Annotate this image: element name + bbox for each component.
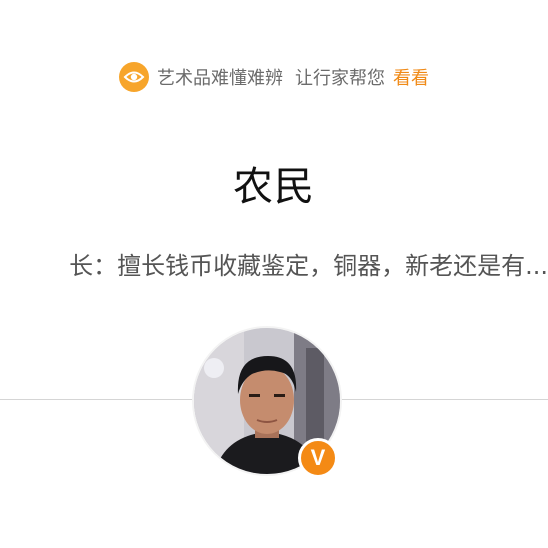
expert-bio: 长：擅长钱币收藏鉴定，铜器，新老还是有... xyxy=(0,246,548,282)
eye-icon xyxy=(119,62,149,92)
verified-badge: V xyxy=(298,438,338,478)
avatar-container[interactable]: V xyxy=(192,326,342,478)
banner-view-link[interactable]: 看看 xyxy=(393,64,429,90)
promo-banner[interactable]: 艺术品难懂难辨 让行家帮您 看看 xyxy=(0,60,548,94)
expert-bio-text: 长：擅长钱币收藏鉴定，铜器，新老还是有... xyxy=(69,252,548,280)
banner-text-part2: 让行家帮您 xyxy=(295,68,385,89)
banner-text-part1: 艺术品难懂难辨 xyxy=(157,68,283,89)
banner-text: 艺术品难懂难辨 让行家帮您 xyxy=(157,64,385,90)
expert-name: 农民 xyxy=(233,164,315,210)
